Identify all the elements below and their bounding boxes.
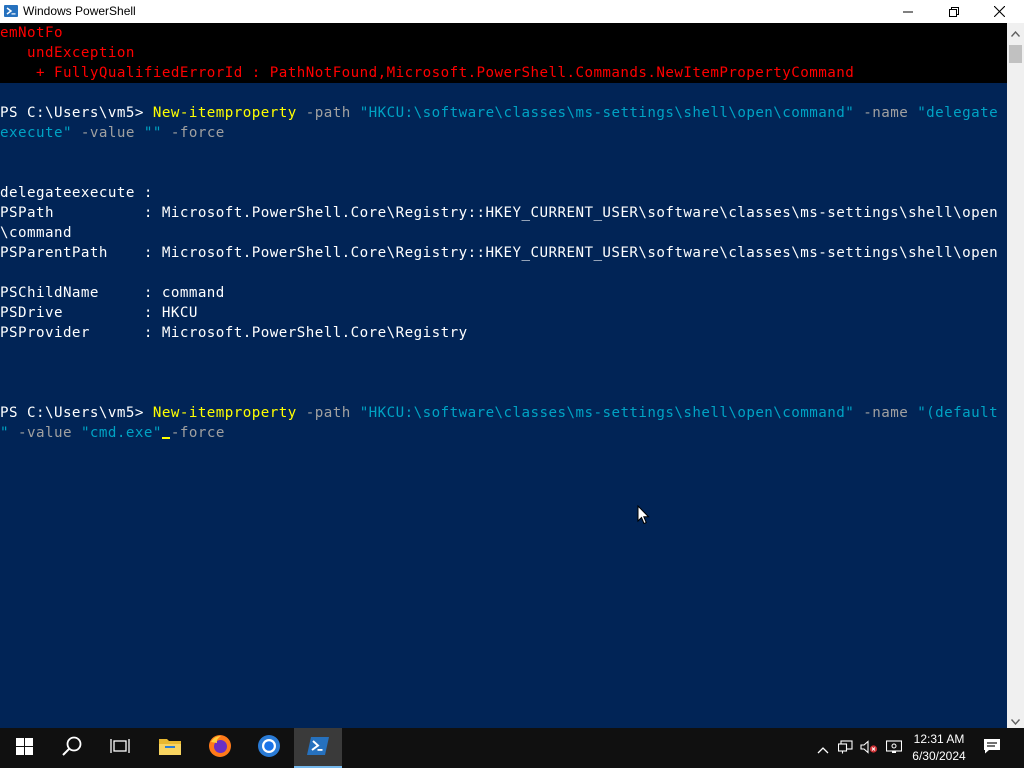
- volume-muted-icon: [860, 739, 878, 758]
- command-line: PS C:\Users\vm5> New-itemproperty -path …: [0, 103, 998, 123]
- restore-icon: [949, 6, 959, 17]
- string-argument: ": [0, 425, 9, 441]
- display-button[interactable]: [885, 739, 903, 758]
- powershell-button[interactable]: [294, 728, 342, 768]
- search-button[interactable]: [48, 728, 96, 768]
- console-output[interactable]: emNotFo undException + FullyQualifiedErr…: [0, 23, 1007, 728]
- cmdlet: New-itemproperty: [152, 105, 297, 121]
- string-argument: "cmd.exe": [80, 425, 162, 441]
- parameter: -name: [854, 105, 918, 121]
- parameter: -path: [296, 405, 360, 421]
- command-line: PS C:\Users\vm5> New-itemproperty -path …: [0, 403, 998, 423]
- show-hidden-icons-button[interactable]: [815, 740, 831, 756]
- close-button[interactable]: [976, 0, 1022, 23]
- display-icon: [885, 739, 903, 758]
- chevron-down-icon: [1010, 710, 1021, 729]
- string-argument: "": [143, 125, 162, 141]
- clock-date: 6/30/2024: [912, 749, 966, 763]
- file-explorer-button[interactable]: [146, 728, 194, 768]
- string-argument: "HKCU:\software\classes\ms-settings\shel…: [359, 405, 855, 421]
- taskbar: 12:31 AM 6/30/2024: [0, 728, 1024, 768]
- prompt: PS C:\Users\vm5>: [0, 105, 153, 121]
- cmdlet: New-itemproperty: [152, 405, 297, 421]
- error-line: undException: [0, 45, 135, 61]
- task-view-icon: [110, 737, 130, 759]
- windows-logo-icon: [15, 737, 33, 759]
- parameter: -force: [161, 125, 225, 141]
- firefox-icon: [208, 734, 232, 762]
- search-icon: [61, 735, 83, 761]
- minimize-button[interactable]: [885, 0, 931, 23]
- scroll-up-button[interactable]: [1007, 23, 1024, 40]
- scroll-thumb[interactable]: [1009, 45, 1022, 63]
- vertical-scrollbar[interactable]: [1007, 23, 1024, 728]
- network-icon: [837, 739, 854, 758]
- error-line: emNotFo: [0, 25, 63, 41]
- title-bar[interactable]: Windows PowerShell: [0, 0, 1024, 23]
- powershell-icon: [4, 4, 18, 18]
- output-line: PSProvider : Microsoft.PowerShell.Core\R…: [0, 325, 468, 341]
- error-line: + FullyQualifiedErrorId : PathNotFound,M…: [0, 65, 855, 81]
- task-view-button[interactable]: [96, 728, 144, 768]
- parameter: -path: [296, 105, 360, 121]
- start-button[interactable]: [0, 728, 48, 768]
- close-icon: [993, 6, 1005, 17]
- command-line-wrap: execute" -value "" -force: [0, 123, 225, 143]
- parameter: -value: [9, 425, 81, 441]
- string-argument: "delegate: [917, 105, 999, 121]
- parameter: -force: [161, 425, 225, 441]
- output-line: \command: [0, 225, 72, 241]
- output-line: PSChildName : command: [0, 285, 225, 301]
- clock-time: 12:31 AM: [913, 732, 965, 746]
- chevron-up-icon: [817, 739, 829, 758]
- folder-icon: [159, 737, 181, 759]
- network-button[interactable]: [837, 739, 854, 758]
- output-line: PSPath : Microsoft.PowerShell.Core\Regis…: [0, 205, 999, 221]
- minimize-icon: [903, 7, 913, 17]
- scroll-down-button[interactable]: [1007, 711, 1024, 728]
- parameter: -value: [71, 125, 144, 141]
- maximize-button[interactable]: [931, 0, 977, 23]
- chrome-icon: [257, 734, 281, 762]
- output-line: delegateexecute :: [0, 185, 153, 201]
- output-line: PSDrive : HKCU: [0, 305, 198, 321]
- firefox-button[interactable]: [196, 728, 244, 768]
- prompt: PS C:\Users\vm5>: [0, 405, 153, 421]
- window-title: Windows PowerShell: [23, 4, 136, 18]
- command-line-wrap: " -value "cmd.exe" -force: [0, 423, 225, 443]
- mouse-pointer-icon: [637, 504, 650, 529]
- chevron-up-icon: [1010, 22, 1021, 41]
- string-argument: execute": [0, 125, 72, 141]
- powershell-icon: [307, 736, 329, 760]
- string-argument: "(default: [917, 405, 999, 421]
- notification-icon: [983, 738, 1001, 758]
- chrome-button[interactable]: [245, 728, 293, 768]
- string-argument: "HKCU:\software\classes\ms-settings\shel…: [359, 105, 855, 121]
- action-center-button[interactable]: [983, 738, 1001, 758]
- parameter: -name: [854, 405, 918, 421]
- clock[interactable]: 12:31 AM 6/30/2024: [904, 731, 974, 765]
- volume-button[interactable]: [860, 739, 878, 758]
- output-line: PSParentPath : Microsoft.PowerShell.Core…: [0, 245, 999, 261]
